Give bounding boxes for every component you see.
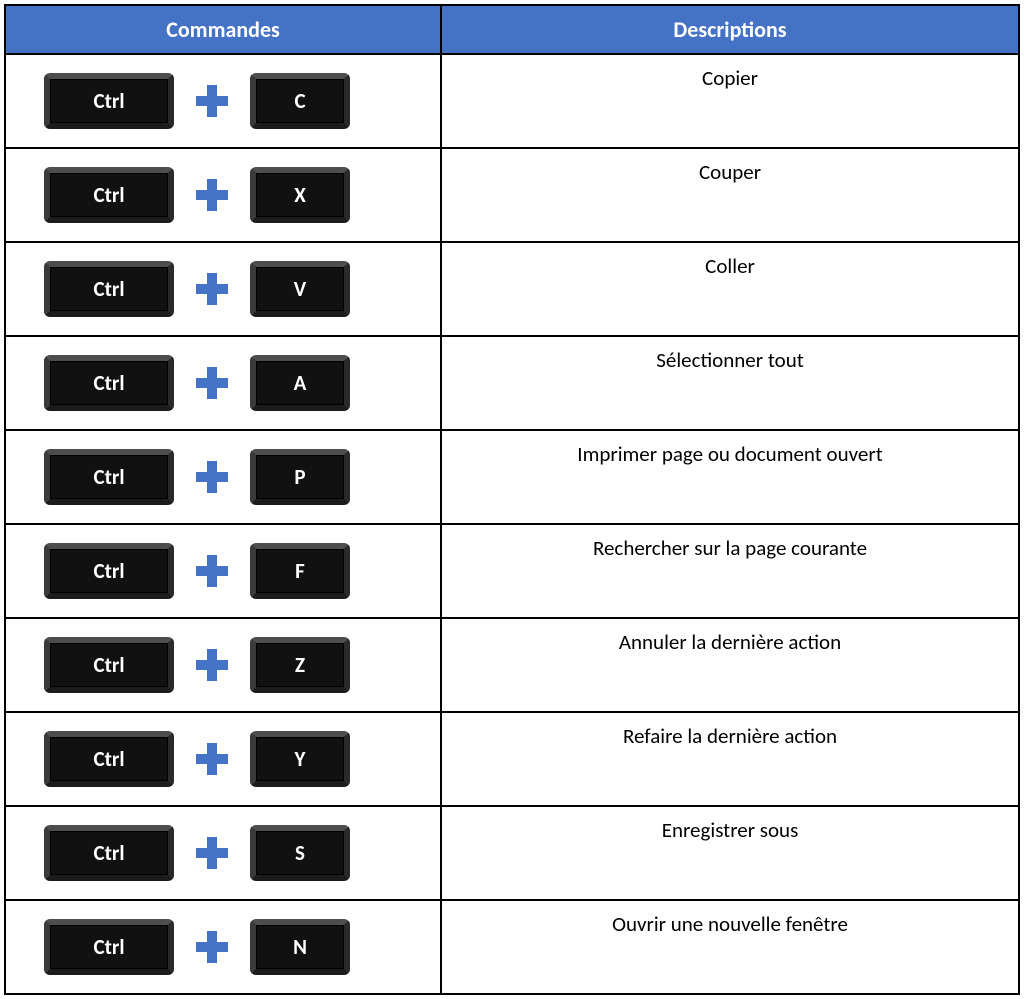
key-combo: Ctrl Z <box>44 637 432 693</box>
modifier-key: Ctrl <box>44 73 174 129</box>
description-cell: Enregistrer sous <box>441 806 1019 900</box>
header-row: Commandes Descriptions <box>5 5 1019 54</box>
command-cell: Ctrl A <box>5 336 441 430</box>
table-row: Ctrl F Rechercher sur la page courante <box>5 524 1019 618</box>
command-cell: Ctrl N <box>5 900 441 994</box>
letter-key: X <box>250 167 350 223</box>
plus-icon <box>196 273 228 305</box>
description-cell: Sélectionner tout <box>441 336 1019 430</box>
plus-icon <box>196 85 228 117</box>
key-combo: Ctrl X <box>44 167 432 223</box>
letter-key: N <box>250 919 350 975</box>
table-row: Ctrl P Imprimer page ou document ouvert <box>5 430 1019 524</box>
plus-icon <box>196 367 228 399</box>
table-row: Ctrl V Coller <box>5 242 1019 336</box>
key-combo: Ctrl P <box>44 449 432 505</box>
description-cell: Imprimer page ou document ouvert <box>441 430 1019 524</box>
table-row: Ctrl A Sélectionner tout <box>5 336 1019 430</box>
letter-key: F <box>250 543 350 599</box>
command-cell: Ctrl F <box>5 524 441 618</box>
plus-icon <box>196 837 228 869</box>
table-row: Ctrl Y Refaire la dernière action <box>5 712 1019 806</box>
description-cell: Annuler la dernière action <box>441 618 1019 712</box>
table-row: Ctrl S Enregistrer sous <box>5 806 1019 900</box>
plus-icon <box>196 179 228 211</box>
shortcuts-table: Commandes Descriptions Ctrl C Copier Ctr… <box>4 4 1020 995</box>
modifier-key: Ctrl <box>44 919 174 975</box>
key-combo: Ctrl Y <box>44 731 432 787</box>
key-combo: Ctrl A <box>44 355 432 411</box>
plus-icon <box>196 743 228 775</box>
plus-icon <box>196 931 228 963</box>
plus-icon <box>196 461 228 493</box>
command-cell: Ctrl X <box>5 148 441 242</box>
table-row: Ctrl Z Annuler la dernière action <box>5 618 1019 712</box>
letter-key: V <box>250 261 350 317</box>
modifier-key: Ctrl <box>44 637 174 693</box>
description-cell: Refaire la dernière action <box>441 712 1019 806</box>
key-combo: Ctrl F <box>44 543 432 599</box>
description-cell: Ouvrir une nouvelle fenêtre <box>441 900 1019 994</box>
command-cell: Ctrl Y <box>5 712 441 806</box>
key-combo: Ctrl V <box>44 261 432 317</box>
modifier-key: Ctrl <box>44 449 174 505</box>
modifier-key: Ctrl <box>44 731 174 787</box>
plus-icon <box>196 649 228 681</box>
command-cell: Ctrl Z <box>5 618 441 712</box>
key-combo: Ctrl N <box>44 919 432 975</box>
key-combo: Ctrl C <box>44 73 432 129</box>
command-cell: Ctrl P <box>5 430 441 524</box>
table-row: Ctrl C Copier <box>5 54 1019 148</box>
modifier-key: Ctrl <box>44 355 174 411</box>
letter-key: C <box>250 73 350 129</box>
letter-key: A <box>250 355 350 411</box>
modifier-key: Ctrl <box>44 825 174 881</box>
description-cell: Copier <box>441 54 1019 148</box>
description-cell: Rechercher sur la page courante <box>441 524 1019 618</box>
table-row: Ctrl N Ouvrir une nouvelle fenêtre <box>5 900 1019 994</box>
letter-key: P <box>250 449 350 505</box>
command-cell: Ctrl C <box>5 54 441 148</box>
command-cell: Ctrl S <box>5 806 441 900</box>
letter-key: Y <box>250 731 350 787</box>
command-cell: Ctrl V <box>5 242 441 336</box>
modifier-key: Ctrl <box>44 261 174 317</box>
modifier-key: Ctrl <box>44 543 174 599</box>
description-cell: Coller <box>441 242 1019 336</box>
modifier-key: Ctrl <box>44 167 174 223</box>
plus-icon <box>196 555 228 587</box>
key-combo: Ctrl S <box>44 825 432 881</box>
letter-key: S <box>250 825 350 881</box>
description-cell: Couper <box>441 148 1019 242</box>
table-row: Ctrl X Couper <box>5 148 1019 242</box>
letter-key: Z <box>250 637 350 693</box>
header-descriptions: Descriptions <box>441 5 1019 54</box>
header-commands: Commandes <box>5 5 441 54</box>
